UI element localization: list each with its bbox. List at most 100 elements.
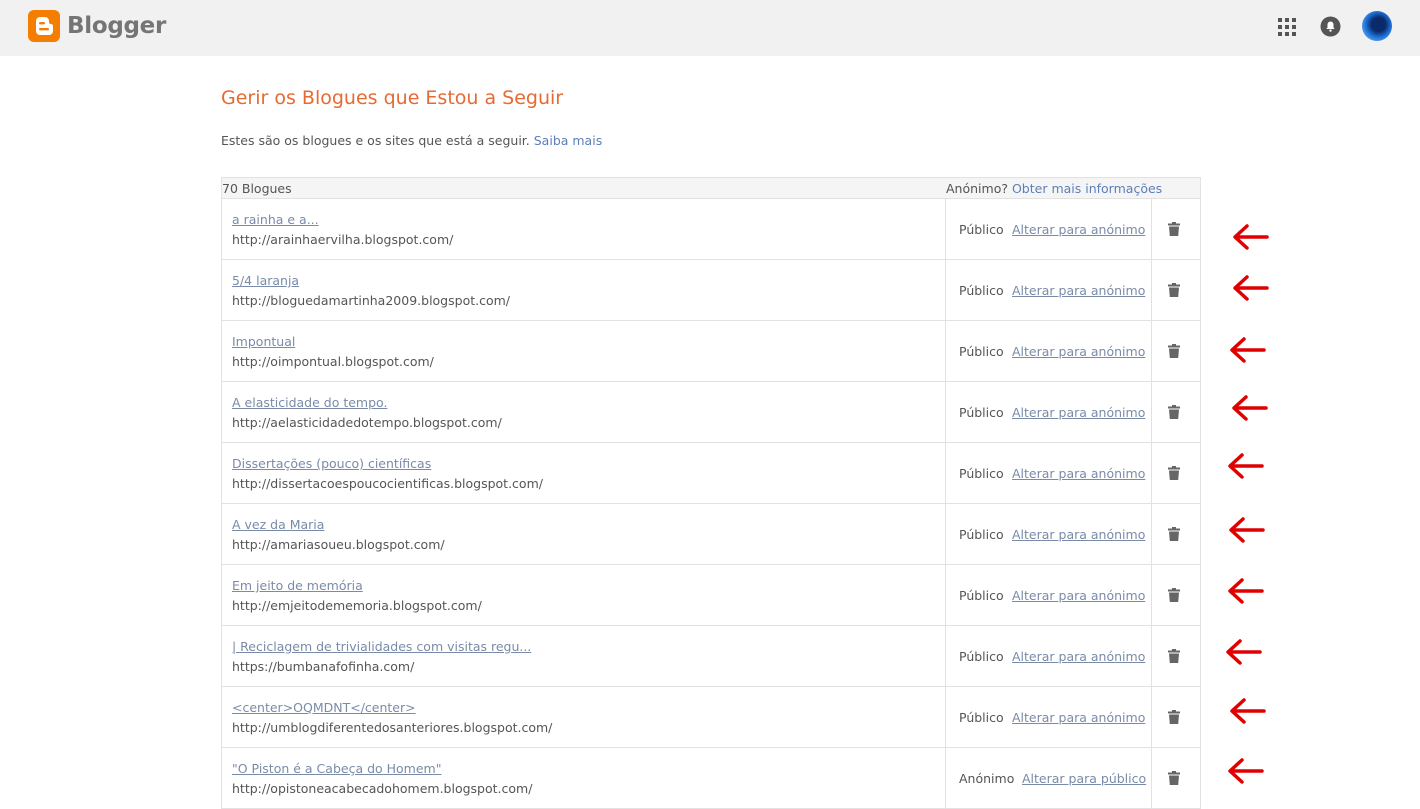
- blogger-logo[interactable]: Blogger: [28, 10, 166, 42]
- visibility-status: Público: [959, 283, 1004, 298]
- change-visibility-link[interactable]: Alterar para anónimo: [1012, 283, 1145, 298]
- blog-title-link[interactable]: A elasticidade do tempo.: [232, 395, 387, 410]
- red-arrow-left-icon: [1226, 639, 1262, 665]
- visibility-cell: Público Alterar para anónimo: [946, 443, 1152, 503]
- table-row: A elasticidade do tempo. http://aelastic…: [222, 382, 1200, 443]
- table-row: Em jeito de memória http://emjeitodememo…: [222, 565, 1200, 626]
- delete-cell: [1152, 382, 1199, 442]
- table-row: <center>OQMDNT</center> http://umblogdif…: [222, 687, 1200, 748]
- delete-cell: [1152, 565, 1199, 625]
- blog-title-link[interactable]: | Reciclagem de trivialidades com visita…: [232, 639, 531, 654]
- delete-cell: [1152, 504, 1199, 564]
- blog-title-link[interactable]: Dissertações (pouco) científicas: [232, 456, 431, 471]
- blog-cell: 5/4 laranja http://bloguedamartinha2009.…: [222, 260, 946, 320]
- blog-cell: Dissertações (pouco) científicas http://…: [222, 443, 946, 503]
- trash-icon[interactable]: [1168, 466, 1180, 480]
- trash-icon[interactable]: [1168, 527, 1180, 541]
- blog-title-link[interactable]: a rainha e a...: [232, 212, 319, 227]
- trash-icon[interactable]: [1168, 771, 1180, 785]
- blog-url: http://amariasoueu.blogspot.com/: [232, 537, 445, 552]
- blog-cell: a rainha e a... http://arainhaervilha.bl…: [222, 199, 946, 259]
- blog-url: http://aelasticidadedotempo.blogspot.com…: [232, 415, 502, 430]
- blogs-count: 70 Blogues: [222, 181, 292, 196]
- delete-cell: [1152, 260, 1199, 320]
- table-row: 5/4 laranja http://bloguedamartinha2009.…: [222, 260, 1200, 321]
- change-visibility-link[interactable]: Alterar para anónimo: [1012, 466, 1145, 481]
- visibility-status: Anónimo: [959, 771, 1015, 786]
- blog-title-link[interactable]: Impontual: [232, 334, 295, 349]
- blog-title-link[interactable]: A vez da Maria: [232, 517, 324, 532]
- bell-icon[interactable]: [1320, 16, 1341, 37]
- change-visibility-link[interactable]: Alterar para anónimo: [1012, 527, 1145, 542]
- blog-cell: A elasticidade do tempo. http://aelastic…: [222, 382, 946, 442]
- blog-url: http://emjeitodememoria.blogspot.com/: [232, 598, 482, 613]
- change-visibility-link[interactable]: Alterar para anónimo: [1012, 649, 1145, 664]
- apps-grid-icon[interactable]: [1278, 18, 1296, 36]
- more-info-link[interactable]: Obter mais informações: [1012, 181, 1162, 196]
- blog-url: http://oimpontual.blogspot.com/: [232, 354, 434, 369]
- table-row: Impontual http://oimpontual.blogspot.com…: [222, 321, 1200, 382]
- avatar[interactable]: [1362, 11, 1392, 41]
- blog-cell: | Reciclagem de trivialidades com visita…: [222, 626, 946, 686]
- anonymous-question: Anónimo?: [946, 181, 1008, 196]
- intro-description: Estes são os blogues e os sites que está…: [221, 133, 530, 148]
- red-arrow-left-icon: [1228, 578, 1264, 604]
- blog-url: http://bloguedamartinha2009.blogspot.com…: [232, 293, 510, 308]
- followed-blogs-table: 70 Blogues Anónimo? Obter mais informaçõ…: [221, 177, 1201, 809]
- red-arrow-left-icon: [1229, 517, 1265, 543]
- visibility-status: Público: [959, 588, 1004, 603]
- visibility-status: Público: [959, 649, 1004, 664]
- red-arrow-left-icon: [1233, 275, 1269, 301]
- visibility-cell: Público Alterar para anónimo: [946, 382, 1152, 442]
- visibility-cell: Público Alterar para anónimo: [946, 260, 1152, 320]
- visibility-cell: Público Alterar para anónimo: [946, 565, 1152, 625]
- visibility-status: Público: [959, 344, 1004, 359]
- trash-icon[interactable]: [1168, 222, 1180, 236]
- visibility-status: Público: [959, 710, 1004, 725]
- red-arrow-left-icon: [1232, 395, 1268, 421]
- table-row: Dissertações (pouco) científicas http://…: [222, 443, 1200, 504]
- change-visibility-link[interactable]: Alterar para anónimo: [1012, 710, 1145, 725]
- blog-title-link[interactable]: <center>OQMDNT</center>: [232, 700, 416, 715]
- blog-url: http://arainhaervilha.blogspot.com/: [232, 232, 454, 247]
- change-visibility-link[interactable]: Alterar para anónimo: [1012, 344, 1145, 359]
- blog-url: http://dissertacoespoucocientificas.blog…: [232, 476, 543, 491]
- delete-cell: [1152, 748, 1199, 808]
- visibility-cell: Público Alterar para anónimo: [946, 687, 1152, 747]
- red-arrow-left-icon: [1230, 698, 1266, 724]
- change-visibility-link[interactable]: Alterar para anónimo: [1012, 222, 1145, 237]
- trash-icon[interactable]: [1168, 710, 1180, 724]
- visibility-cell: Público Alterar para anónimo: [946, 321, 1152, 381]
- app-name: Blogger: [67, 13, 166, 39]
- table-row: A vez da Maria http://amariasoueu.blogsp…: [222, 504, 1200, 565]
- blog-title-link[interactable]: 5/4 laranja: [232, 273, 299, 288]
- blog-cell: Em jeito de memória http://emjeitodememo…: [222, 565, 946, 625]
- table-row: "O Piston é a Cabeça do Homem" http://op…: [222, 748, 1200, 809]
- change-visibility-link[interactable]: Alterar para anónimo: [1012, 588, 1145, 603]
- visibility-status: Público: [959, 527, 1004, 542]
- trash-icon[interactable]: [1168, 588, 1180, 602]
- visibility-cell: Anónimo Alterar para público: [946, 748, 1152, 808]
- trash-icon[interactable]: [1168, 405, 1180, 419]
- red-arrow-left-icon: [1228, 758, 1264, 784]
- visibility-status: Público: [959, 222, 1004, 237]
- change-visibility-link[interactable]: Alterar para público: [1022, 771, 1146, 786]
- red-arrow-left-icon: [1233, 224, 1269, 250]
- table-row: | Reciclagem de trivialidades com visita…: [222, 626, 1200, 687]
- red-arrow-left-icon: [1230, 337, 1266, 363]
- trash-icon[interactable]: [1168, 344, 1180, 358]
- delete-cell: [1152, 626, 1199, 686]
- top-bar: Blogger: [0, 0, 1420, 56]
- trash-icon[interactable]: [1168, 283, 1180, 297]
- change-visibility-link[interactable]: Alterar para anónimo: [1012, 405, 1145, 420]
- trash-icon[interactable]: [1168, 649, 1180, 663]
- blog-title-link[interactable]: Em jeito de memória: [232, 578, 363, 593]
- blog-title-link[interactable]: "O Piston é a Cabeça do Homem": [232, 761, 441, 776]
- delete-cell: [1152, 321, 1199, 381]
- visibility-status: Público: [959, 466, 1004, 481]
- learn-more-link[interactable]: Saiba mais: [534, 133, 602, 148]
- intro-text: Estes são os blogues e os sites que está…: [221, 133, 602, 148]
- blog-url: https://bumbanafofinha.com/: [232, 659, 415, 674]
- table-row: a rainha e a... http://arainhaervilha.bl…: [222, 199, 1200, 260]
- blog-url: http://umblogdiferentedosanteriores.blog…: [232, 720, 553, 735]
